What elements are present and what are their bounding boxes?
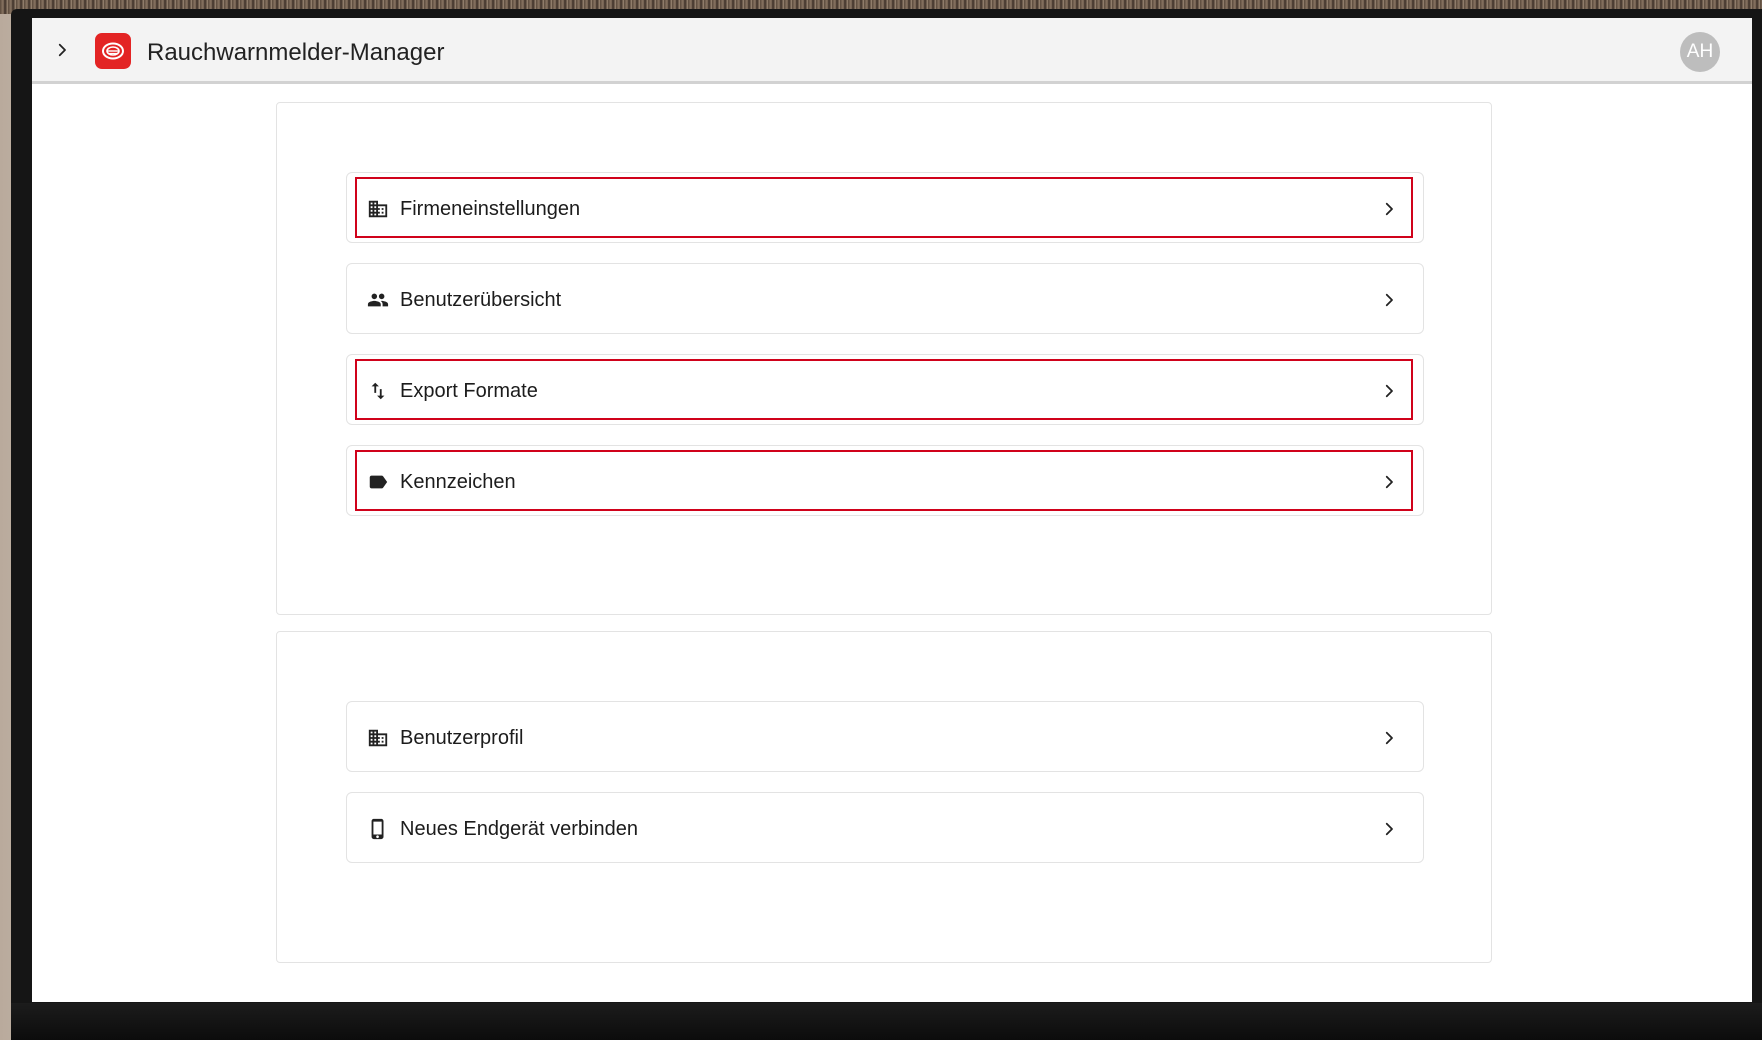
list-item-benutzerprofil[interactable]: Benutzerprofil: [346, 701, 1424, 772]
business-building-icon: [367, 198, 389, 220]
company-settings-card: Firmeneinstellungen Benutzerübersicht Ex…: [276, 102, 1492, 615]
list-item-export-formate[interactable]: Export Formate: [346, 354, 1424, 425]
smoke-detector-icon: [102, 42, 124, 60]
list-item-label: Kennzeichen: [400, 471, 516, 493]
user-settings-card: Benutzerprofil Neues Endgerät verbinden: [276, 631, 1492, 963]
list-item-label: Export Formate: [400, 380, 538, 402]
app-screen: Rauchwarnmelder-Manager AH Firmeneinstel…: [32, 18, 1752, 1002]
list-item-kennzeichen[interactable]: Kennzeichen: [346, 445, 1424, 516]
user-avatar[interactable]: AH: [1680, 32, 1720, 72]
app-bar: Rauchwarnmelder-Manager AH: [32, 18, 1752, 84]
import-export-arrows-icon: [367, 380, 389, 402]
monitor-bezel-bottom: [11, 1003, 1762, 1040]
label-tag-icon: [367, 471, 389, 493]
chevron-right-icon: [1377, 470, 1401, 494]
menu-toggle-button[interactable]: [50, 38, 74, 62]
chevron-right-icon: [1377, 817, 1401, 841]
chevron-right-icon: [58, 43, 66, 57]
chevron-right-icon: [1377, 197, 1401, 221]
chevron-right-icon: [1377, 379, 1401, 403]
list-item-label: Benutzerprofil: [400, 727, 524, 749]
people-icon: [367, 289, 389, 311]
smartphone-icon: [367, 818, 389, 840]
app-logo: [95, 33, 131, 69]
business-building-icon: [367, 727, 389, 749]
list-item-label: Benutzerübersicht: [400, 289, 562, 311]
app-title: Rauchwarnmelder-Manager: [147, 39, 445, 66]
list-item-label: Neues Endgerät verbinden: [400, 818, 638, 840]
list-item-benutzeruebersicht[interactable]: Benutzerübersicht: [346, 263, 1424, 334]
chevron-right-icon: [1377, 726, 1401, 750]
list-item-firmeneinstellungen[interactable]: Firmeneinstellungen: [346, 172, 1424, 243]
list-item-neues-endgeraet-verbinden[interactable]: Neues Endgerät verbinden: [346, 792, 1424, 863]
chevron-right-icon: [1377, 288, 1401, 312]
list-item-label: Firmeneinstellungen: [400, 198, 581, 220]
